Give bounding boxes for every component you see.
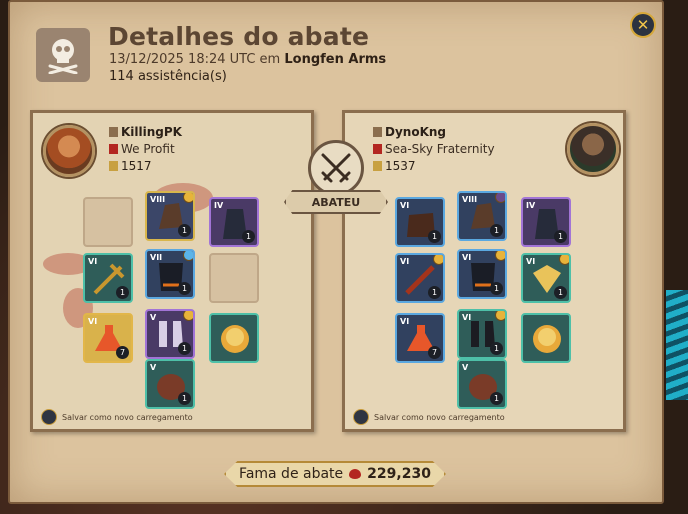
fame-value: 229,230: [367, 466, 431, 482]
player-icon: [109, 127, 118, 137]
crossed-swords-icon: [308, 140, 364, 196]
victim-guild[interactable]: Sea-Sky Fraternity: [373, 142, 495, 156]
victim-slot-offhand[interactable]: VI 1: [521, 253, 571, 303]
victim-panel: DynoKng Sea-Sky Fraternity 1537 VI 1 VII…: [342, 110, 626, 432]
killer-slot-mount[interactable]: V 1: [145, 359, 195, 409]
victim-save-loadout-link[interactable]: Salvar como novo carregamento: [353, 409, 505, 425]
killer-save-loadout-link[interactable]: Salvar como novo carregamento: [41, 409, 193, 425]
item-power-icon: [373, 161, 382, 171]
assist-count: 114 assistência(s): [109, 69, 227, 84]
killer-guild[interactable]: We Profit: [109, 142, 175, 156]
killer-slot-shoes[interactable]: V 1: [145, 309, 195, 359]
victim-slot-mainhand[interactable]: VI 1: [395, 253, 445, 303]
kill-datetime: 13/12/2025 18:24 UTC em: [109, 52, 281, 67]
killer-slot-chest[interactable]: VII 1: [145, 249, 195, 299]
victim-name[interactable]: DynoKng: [373, 125, 446, 139]
killer-panel: KillingPK We Profit 1517 VIII 1 IV 1 VI …: [30, 110, 314, 432]
victim-slot-shoes[interactable]: VI 1: [457, 309, 507, 359]
killer-slot-food[interactable]: [209, 313, 259, 363]
killer-avatar: [43, 125, 95, 177]
kill-banner: ABATEU: [284, 190, 388, 214]
victim-slot-potion[interactable]: VI 7: [395, 313, 445, 363]
killer-item-power: 1517: [109, 159, 152, 173]
victim-slot-chest[interactable]: VI 1: [457, 249, 507, 299]
killer-slot-potion[interactable]: VI 7: [83, 313, 133, 363]
victim-slot-bag[interactable]: VI 1: [395, 197, 445, 247]
killer-slot-mainhand[interactable]: VI 1: [83, 253, 133, 303]
save-loadout-icon: [41, 409, 57, 425]
guild-shield-icon: [109, 144, 118, 154]
killer-slot-offhand[interactable]: [209, 253, 259, 303]
skull-crossbones-icon: [36, 28, 90, 82]
kill-timestamp: 13/12/2025 18:24 UTC em Longfen Arms: [109, 52, 386, 67]
kill-location: Longfen Arms: [284, 52, 387, 67]
save-loadout-icon: [353, 409, 369, 425]
close-button[interactable]: ✕: [630, 12, 656, 38]
item-power-icon: [109, 161, 118, 171]
fame-icon: [349, 469, 362, 479]
killer-slot-head[interactable]: VIII 1: [145, 191, 195, 241]
killer-name[interactable]: KillingPK: [109, 125, 182, 139]
player-icon: [373, 127, 382, 137]
victim-slot-cape[interactable]: IV 1: [521, 197, 571, 247]
fame-label: Fama de abate: [239, 466, 344, 482]
victim-item-power: 1537: [373, 159, 416, 173]
victim-slot-food[interactable]: [521, 313, 571, 363]
page-title: Detalhes do abate: [108, 22, 370, 51]
victim-slot-head[interactable]: VIII 1: [457, 191, 507, 241]
killer-slot-cape[interactable]: IV 1: [209, 197, 259, 247]
background-effect: [666, 290, 688, 400]
victim-slot-mount[interactable]: V 1: [457, 359, 507, 409]
victim-avatar: [567, 123, 619, 175]
killer-slot-bag[interactable]: [83, 197, 133, 247]
guild-shield-icon: [373, 144, 382, 154]
kill-fame-bar: Fama de abate 229,230: [224, 461, 446, 487]
